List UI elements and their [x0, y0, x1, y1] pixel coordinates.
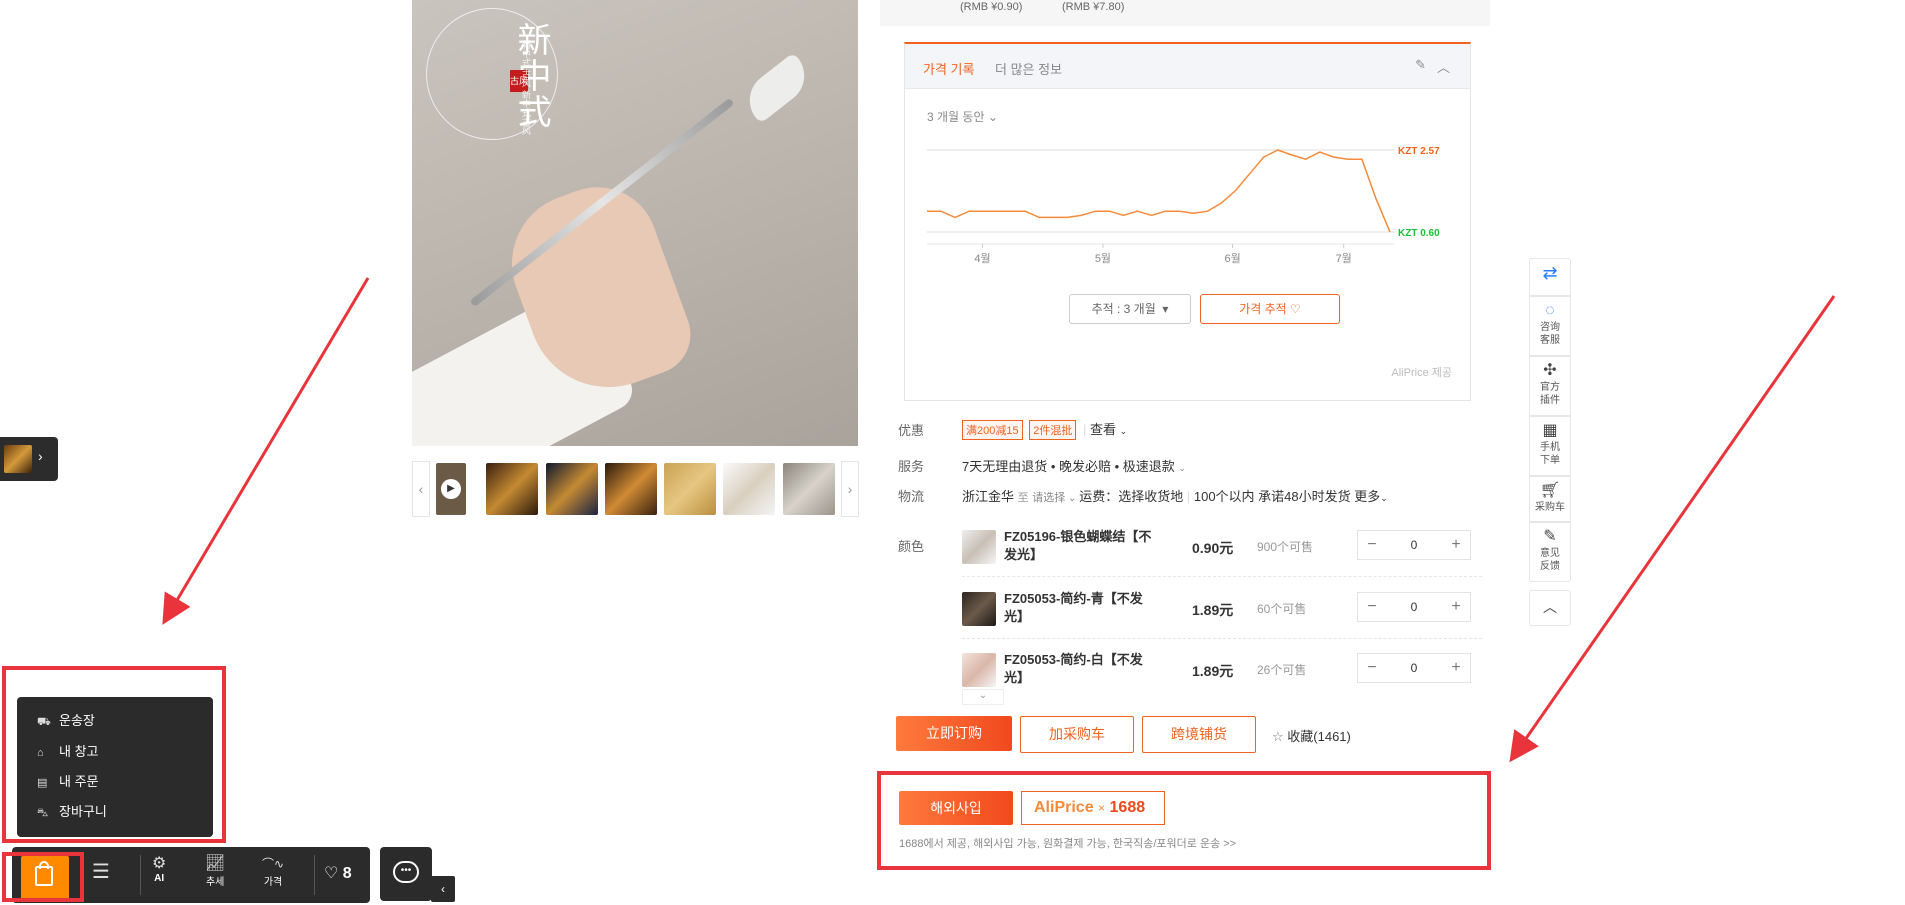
layers-icon: ☰ [92, 861, 110, 883]
highlight-bag-button [2, 852, 84, 902]
menu-item-waybill[interactable]: ⛟ 운송장 [37, 710, 95, 730]
trend-chart-icon: 📈︎ [205, 855, 226, 872]
trend-button[interactable]: 📈︎ 추세 [205, 855, 225, 888]
chat-icon: ••• [393, 861, 419, 883]
menu-item-warehouse[interactable]: ⌂ 내 창고 [37, 741, 99, 760]
menu-item-orders[interactable]: ▤ 내 주문 [37, 771, 99, 790]
menu-item-cart[interactable]: ⛍ 장바구니 [37, 801, 107, 821]
quick-menu-popup: ⛟ 운송장 ⌂ 내 창고 ▤ 내 주문 ⛍ 장바구니 [17, 697, 213, 837]
cart-icon: ⛍ [37, 807, 49, 819]
ai-icon: ⚙ [152, 855, 167, 872]
heart-icon: ♡ [324, 865, 339, 882]
floating-product-thumb[interactable]: › [0, 437, 58, 481]
document-icon: ▤ [37, 777, 48, 789]
annotation-arrows [162, 277, 1836, 763]
ai-button[interactable]: ⚙ AI [152, 855, 166, 884]
price-line-icon: ⌒∿ [262, 857, 285, 871]
chat-button[interactable]: ••• [380, 847, 432, 901]
mini-thumbnail [4, 445, 32, 473]
chevron-right-icon: › [38, 448, 43, 464]
layers-button[interactable]: ☰ [92, 861, 110, 883]
divider [314, 855, 315, 895]
likes-button[interactable]: ♡ 8 [324, 863, 352, 883]
truck-icon: ⛟ [37, 716, 51, 728]
divider [140, 855, 141, 895]
warehouse-icon: ⌂ [37, 747, 44, 759]
chevron-left-icon: ‹ [441, 882, 445, 896]
price-button[interactable]: ⌒∿ 가격 [262, 855, 284, 888]
collapse-toolbar-button[interactable]: ‹ [431, 876, 455, 902]
